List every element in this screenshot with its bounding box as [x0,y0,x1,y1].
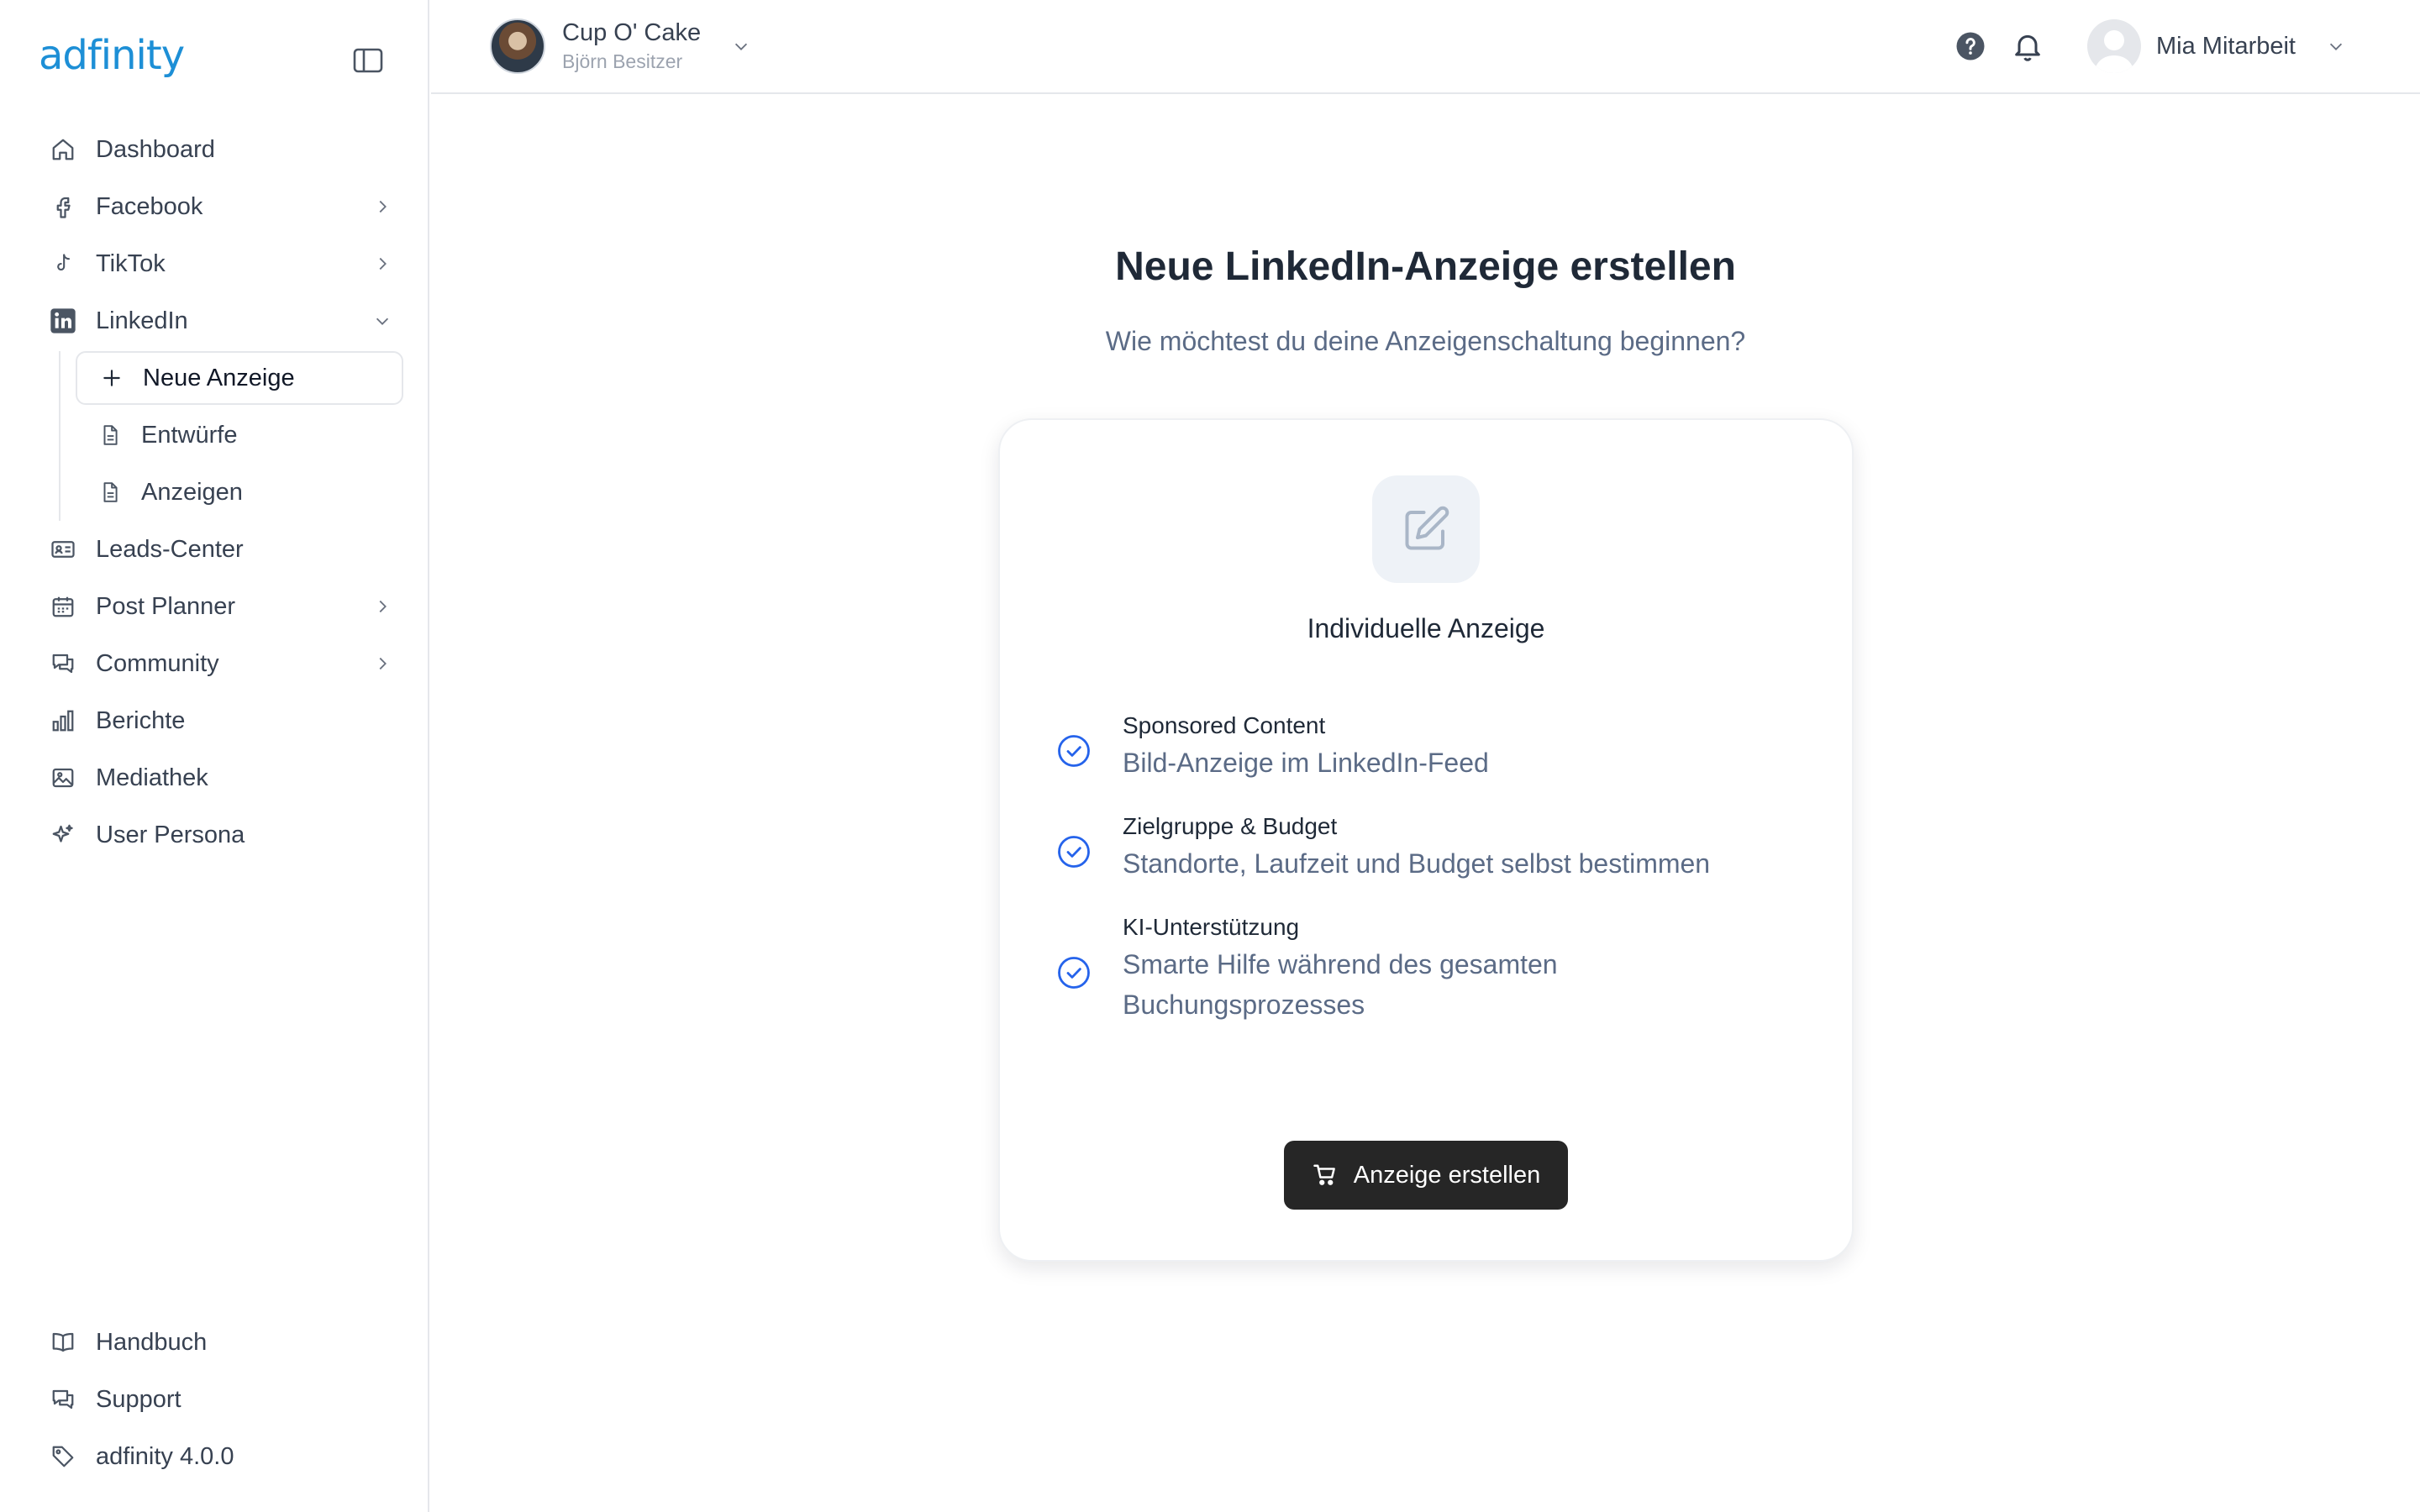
sidebar-item-tiktok[interactable]: TikTok [34,235,403,292]
sidebar-item-post-planner[interactable]: Post Planner [34,578,403,635]
chat-icon [49,649,77,678]
check-circle-icon [1055,732,1092,769]
sidebar-item-linkedin[interactable]: LinkedIn [34,292,403,349]
feature-description: Standorte, Laufzeit und Budget selbst be… [1123,848,1711,879]
sidebar-item-berichte[interactable]: Berichte [34,692,403,749]
tag-icon [49,1442,77,1471]
facebook-icon [49,192,77,221]
sidebar-subitem-entwuerfe[interactable]: Entwürfe [76,407,403,464]
check-circle-icon [1055,833,1092,870]
sidebar-item-handbuch[interactable]: Handbuch [34,1314,403,1371]
plus-icon [99,365,124,391]
linkedin-subnav: Neue Anzeige Entwürfe Anzeigen [59,351,403,521]
app-logo[interactable]: adfinity [39,32,185,79]
sidebar-subitem-label: Anzeigen [141,478,243,506]
book-icon [49,1328,77,1357]
business-info: Cup O' Cake Björn Besitzer [562,19,701,73]
chevron-down-icon [371,310,393,332]
cart-icon [1312,1162,1339,1189]
feature-title: Sponsored Content [1123,712,1326,738]
sidebar-item-label: Berichte [96,706,186,734]
sidebar-item-label: Community [96,649,219,677]
sidebar-subitem-anzeigen[interactable]: Anzeigen [76,464,403,521]
page-subtitle: Wie möchtest du deine Anzeigenschaltung … [1105,326,1746,356]
feature-description: Bild-Anzeige im LinkedIn-Feed [1123,748,1489,778]
sidebar-subitem-label: Entwürfe [141,421,238,449]
chevron-right-icon [371,253,393,275]
contact-card-icon [49,535,77,564]
business-switcher[interactable]: Cup O' Cake Björn Besitzer [490,18,753,74]
document-icon [97,480,123,505]
sidebar-item-mediathek[interactable]: Mediathek [34,749,403,806]
sidebar-item-label: TikTok [96,249,166,277]
page-title: Neue LinkedIn-Anzeige erstellen [1115,244,1736,289]
sidebar-item-label: Mediathek [96,764,208,791]
sidebar-item-label: Handbuch [96,1328,208,1356]
chevron-down-icon [729,34,753,58]
user-name[interactable]: Mia Mitarbeit [2156,33,2296,60]
sidebar-item-label: User Persona [96,821,245,848]
chevron-right-icon [371,196,393,218]
logo-text: adfinity [39,32,185,79]
create-ad-button-label: Anzeige erstellen [1353,1161,1541,1189]
sidebar-item-label: Post Planner [96,592,236,620]
sidebar-item-label: Leads-Center [96,535,244,563]
sidebar-item-support[interactable]: Support [34,1371,403,1428]
linkedin-icon [49,307,77,335]
sidebar-toggle-icon[interactable] [351,45,385,76]
sidebar-subitem-label: Neue Anzeige [143,364,295,391]
card-title: Individuelle Anzeige [1307,613,1545,643]
sparkles-icon [49,821,77,849]
sidebar-item-user-persona[interactable]: User Persona [34,806,403,864]
image-icon [49,764,77,792]
help-icon[interactable] [1954,30,1986,62]
sidebar-item-leads-center[interactable]: Leads-Center [34,521,403,578]
bar-chart-icon [49,706,77,735]
sidebar-item-dashboard[interactable]: Dashboard [34,121,403,178]
feature-title: Zielgruppe & Budget [1123,813,1338,839]
feature-item: Sponsored Content Bild-Anzeige im Linked… [1055,709,1795,783]
user-avatar[interactable] [2087,19,2141,73]
chat-icon [49,1385,77,1414]
top-right-actions: Mia Mitarbeit [1954,18,2348,74]
feature-description: Smarte Hilfe während des gesamten Buchun… [1123,949,1558,1020]
individual-ad-card: Individuelle Anzeige Sponsored Content B… [998,418,1854,1262]
sidebar-subitem-neue-anzeige[interactable]: Neue Anzeige [76,351,403,405]
feature-item: KI-Unterstützung Smarte Hilfe während de… [1055,911,1795,1025]
business-avatar [490,18,545,74]
top-bar: Cup O' Cake Björn Besitzer Mia Mitarbeit [431,0,2420,94]
sidebar-item-version[interactable]: adfinity 4.0.0 [34,1428,403,1485]
sidebar-item-community[interactable]: Community [34,635,403,692]
create-ad-button[interactable]: Anzeige erstellen [1284,1141,1568,1210]
main-nav: Dashboard Facebook TikTok LinkedIn Neue … [34,121,403,864]
sidebar-item-label: adfinity 4.0.0 [96,1442,234,1470]
sidebar-item-label: LinkedIn [96,307,188,334]
chevron-down-icon[interactable] [2324,34,2348,58]
edit-icon [1372,475,1480,583]
bell-icon[interactable] [2010,29,2045,64]
sidebar-item-label: Facebook [96,192,203,220]
bottom-nav: Handbuch Support adfinity 4.0.0 [34,1314,403,1485]
business-owner: Björn Besitzer [562,50,683,72]
sidebar-item-label: Support [96,1385,182,1413]
sidebar-item-label: Dashboard [96,135,215,163]
document-icon [97,423,123,448]
sidebar: adfinity Dashboard Facebook TikTok Linke… [0,0,429,1512]
feature-item: Zielgruppe & Budget Standorte, Laufzeit … [1055,810,1795,884]
chevron-right-icon [371,653,393,675]
check-circle-icon [1055,954,1092,991]
feature-title: KI-Unterstützung [1123,914,1300,940]
business-name: Cup O' Cake [562,19,702,46]
chevron-right-icon [371,596,393,617]
calendar-icon [49,592,77,621]
sidebar-item-facebook[interactable]: Facebook [34,178,403,235]
tiktok-icon [49,249,77,278]
home-icon [49,135,77,164]
